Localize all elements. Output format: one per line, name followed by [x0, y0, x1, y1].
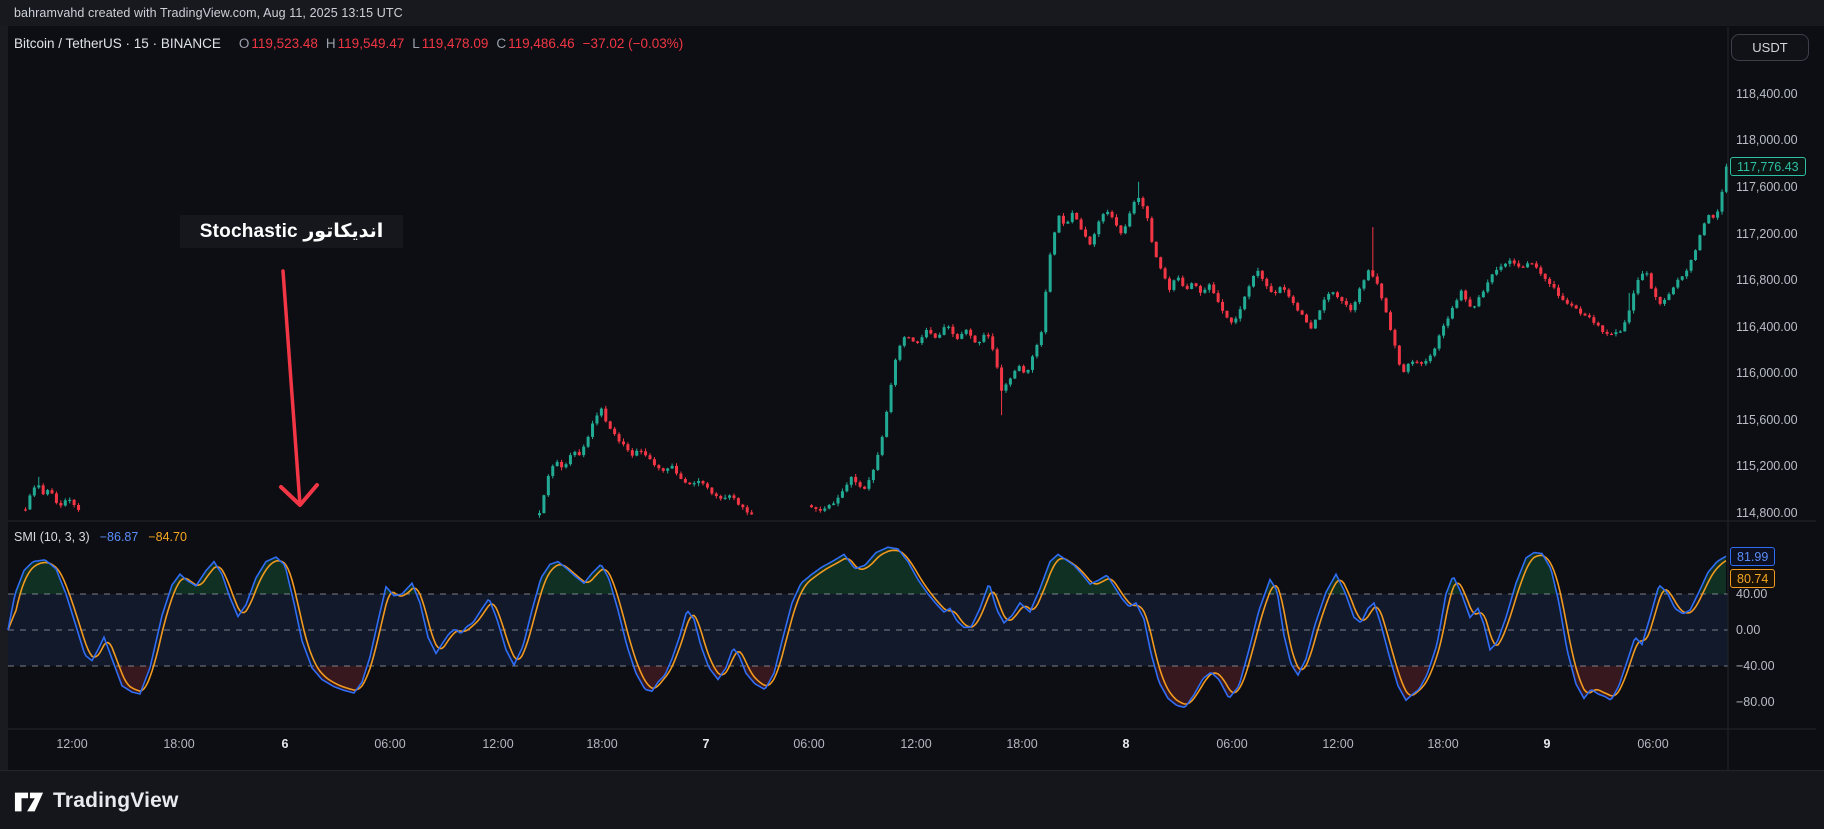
- time-axis-tick: 18:00: [586, 737, 617, 751]
- open-value: 119,523.48: [251, 36, 318, 51]
- open-label: O: [239, 36, 250, 51]
- time-axis-tick: 06:00: [793, 737, 824, 751]
- smi-k-value: −86.87: [100, 530, 139, 544]
- low-label: L: [412, 36, 420, 51]
- chart-canvas[interactable]: [0, 0, 1824, 829]
- currency-toggle-button[interactable]: USDT: [1731, 34, 1809, 61]
- tradingview-wordmark[interactable]: TradingView: [53, 789, 179, 813]
- time-axis-tick: 06:00: [1637, 737, 1668, 751]
- price-axis-tick: 118,000.00: [1736, 133, 1798, 147]
- time-axis-tick: 12:00: [900, 737, 931, 751]
- price-axis-tick: 117,200.00: [1736, 227, 1798, 241]
- price-axis-tick: 116,000.00: [1736, 366, 1798, 380]
- price-axis-tick: 115,200.00: [1736, 459, 1798, 473]
- time-axis-tick: 12:00: [1322, 737, 1353, 751]
- high-value: 119,549.47: [338, 36, 405, 51]
- drawing-text-annotation[interactable]: Stochastic انديكاتور: [180, 215, 403, 248]
- time-axis-tick: 18:00: [163, 737, 194, 751]
- time-axis-tick: 06:00: [1216, 737, 1247, 751]
- high-label: H: [326, 36, 336, 51]
- price-axis-tick: 118,400.00: [1736, 87, 1798, 101]
- close-label: C: [496, 36, 506, 51]
- symbol-title: Bitcoin / TetherUS · 15 · BINANCE: [14, 36, 221, 51]
- footer-bar: TradingView: [0, 770, 1824, 829]
- price-axis-tick: 117,600.00: [1736, 180, 1798, 194]
- time-axis-tick: 12:00: [56, 737, 87, 751]
- tradingview-logo-icon[interactable]: [14, 787, 44, 815]
- time-axis-day-tick: 9: [1544, 737, 1551, 751]
- smi-d-last-label: 80.74: [1730, 569, 1775, 588]
- price-axis-tick: 115,600.00: [1736, 413, 1798, 427]
- time-axis-day-tick: 8: [1123, 737, 1130, 751]
- time-axis-tick: 06:00: [374, 737, 405, 751]
- smi-axis-tick: 40.00: [1736, 587, 1767, 601]
- symbol-legend[interactable]: Bitcoin / TetherUS · 15 · BINANCE O 119,…: [14, 33, 683, 53]
- smi-k-last-label: 81.99: [1730, 547, 1775, 566]
- tradingview-chart-window: bahramvahd created with TradingView.com,…: [0, 0, 1824, 829]
- smi-d-value: −84.70: [148, 530, 187, 544]
- last-price-label: 117,776.43: [1730, 157, 1806, 176]
- time-axis-tick: 18:00: [1427, 737, 1458, 751]
- time-axis-tick: 12:00: [482, 737, 513, 751]
- time-axis-day-tick: 6: [282, 737, 289, 751]
- low-value: 119,478.09: [422, 36, 489, 51]
- smi-axis-tick: −40.00: [1736, 659, 1775, 673]
- price-axis-tick: 114,800.00: [1736, 506, 1798, 520]
- smi-title: SMI (10, 3, 3): [14, 530, 90, 544]
- smi-axis-tick: −80.00: [1736, 695, 1775, 709]
- smi-legend[interactable]: SMI (10, 3, 3) −86.87 −84.70: [14, 528, 187, 546]
- price-axis-tick: 116,400.00: [1736, 320, 1798, 334]
- time-axis-day-tick: 7: [703, 737, 710, 751]
- time-axis-tick: 18:00: [1006, 737, 1037, 751]
- price-axis-tick: 116,800.00: [1736, 273, 1798, 287]
- smi-axis-tick: 0.00: [1736, 623, 1760, 637]
- drawing-arrow[interactable]: [283, 271, 300, 505]
- close-value: 119,486.46: [508, 36, 575, 51]
- change-value: −37.02 (−0.03%): [583, 36, 684, 51]
